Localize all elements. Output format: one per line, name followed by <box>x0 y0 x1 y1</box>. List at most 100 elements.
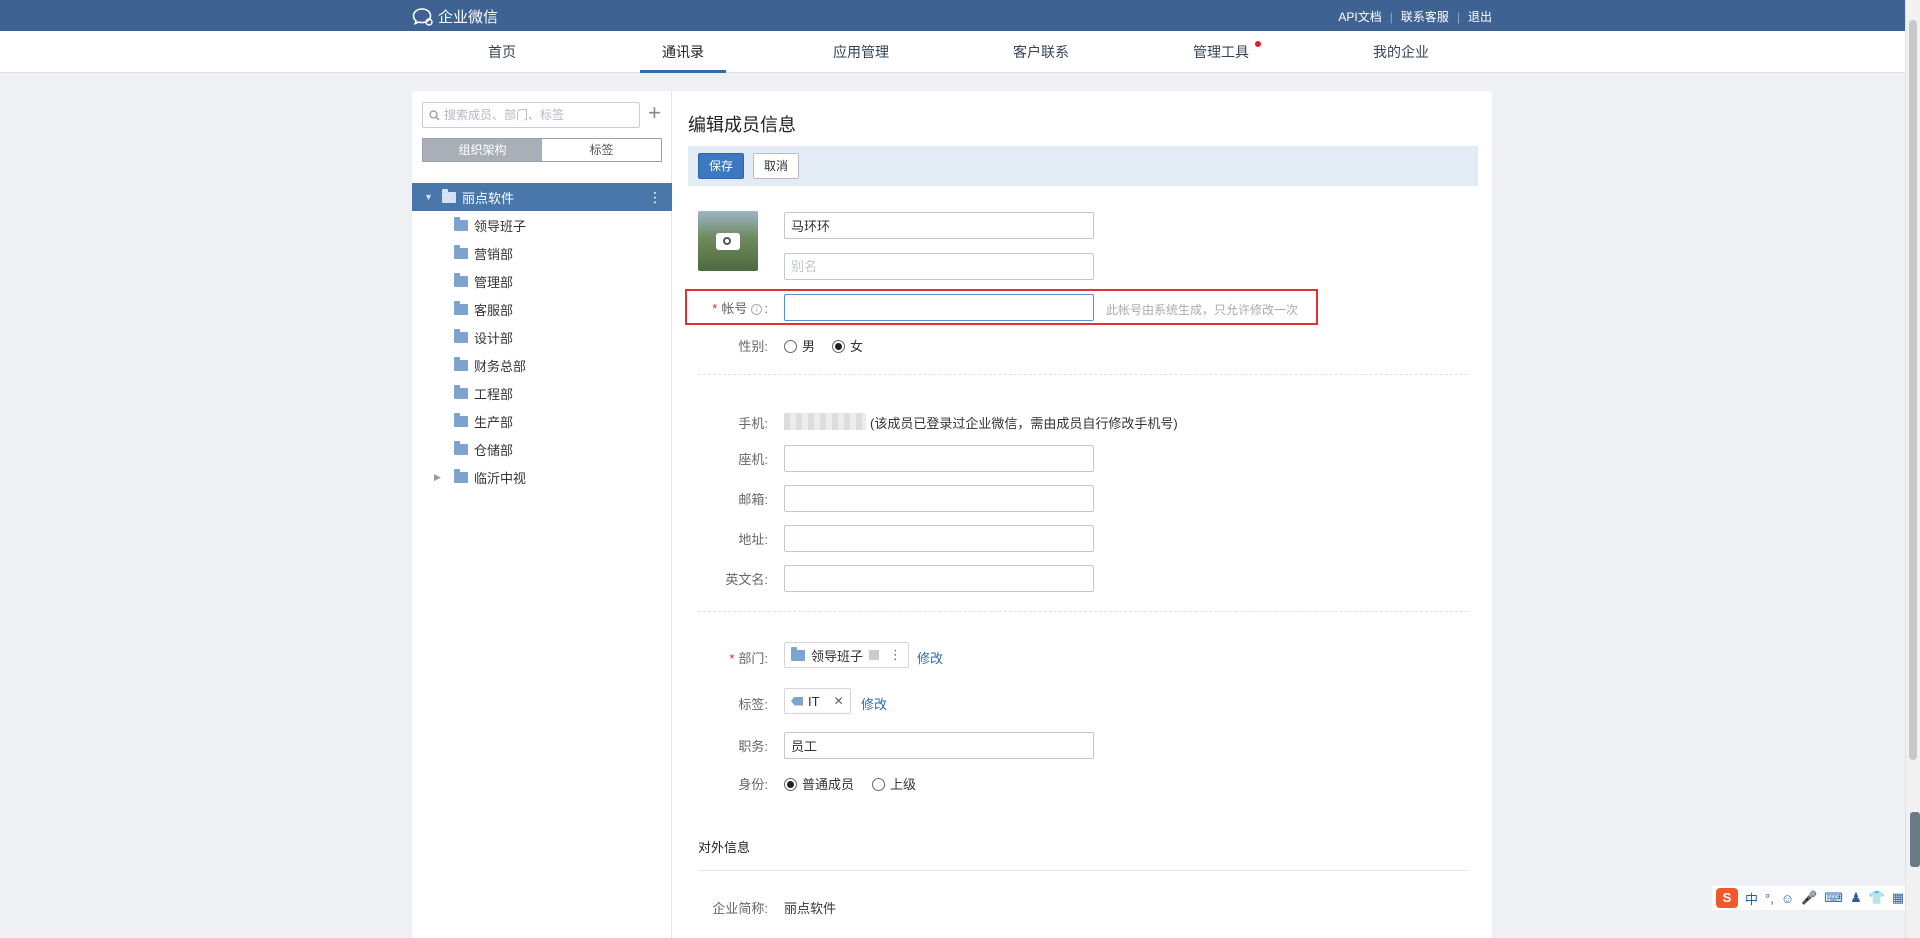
nav-my-enterprise[interactable]: 我的企业 <box>1360 31 1442 73</box>
folder-icon <box>454 468 468 483</box>
radio-button[interactable] <box>784 340 797 353</box>
api-docs-link[interactable]: API文档 <box>1338 8 1381 25</box>
tree-item[interactable]: ▶ 临沂中视 <box>412 463 672 491</box>
tree-item-label: 设计部 <box>474 330 514 346</box>
email-field[interactable] <box>784 485 1094 512</box>
tree-root-item[interactable]: ▼ 丽点软件 ⋮ <box>412 183 672 211</box>
user-icon[interactable]: ♟ <box>1850 890 1862 906</box>
caret-down-icon[interactable]: ▼ <box>424 192 436 202</box>
department-label-text: 部门: <box>738 651 768 666</box>
tree-item[interactable]: 营销部 <box>412 239 672 267</box>
tree-item[interactable]: 生产部 <box>412 407 672 435</box>
radio-button[interactable] <box>872 778 885 791</box>
identity-member-option[interactable]: 普通成员 <box>784 774 854 793</box>
gender-female-option[interactable]: 女 <box>832 336 863 355</box>
tab-tags[interactable]: 标签 <box>542 139 661 161</box>
nav-app-management[interactable]: 应用管理 <box>820 31 902 73</box>
folder-icon <box>791 646 805 661</box>
punctuation-icon[interactable]: °, <box>1765 891 1774 906</box>
leader-badge-icon <box>869 650 880 660</box>
divider <box>698 374 1468 375</box>
folder-icon <box>454 384 468 399</box>
name-field[interactable] <box>784 212 1094 239</box>
contact-support-link[interactable]: 联系客服 <box>1401 8 1449 25</box>
tree-item[interactable]: 财务总部 <box>412 351 672 379</box>
gender-label: 性别: <box>738 339 768 354</box>
tree-item[interactable]: 客服部 <box>412 295 672 323</box>
add-icon[interactable]: + <box>648 100 661 126</box>
tree-item[interactable]: 工程部 <box>412 379 672 407</box>
app-logo[interactable]: 企业微信 <box>412 6 498 27</box>
member-search-input[interactable] <box>444 108 634 122</box>
save-button[interactable]: 保存 <box>698 153 745 179</box>
emoji-icon[interactable]: ☺ <box>1781 891 1794 906</box>
nav-home[interactable]: 首页 <box>470 31 534 73</box>
caret-right-icon[interactable]: ▶ <box>434 472 446 483</box>
chat-bubble-icon <box>412 7 433 26</box>
nav-contacts[interactable]: 通讯录 <box>640 31 726 73</box>
avatar[interactable] <box>698 211 758 271</box>
tag-chip-label: IT <box>808 693 820 709</box>
keyboard-icon[interactable]: ⌨ <box>1824 890 1843 906</box>
remove-tag-icon[interactable]: ✕ <box>834 694 844 708</box>
folder-icon <box>454 412 468 427</box>
option-label: 女 <box>850 339 864 354</box>
department-label: * 部门: <box>688 648 768 667</box>
action-bar: 保存 取消 <box>688 146 1478 186</box>
account-field[interactable] <box>784 294 1094 321</box>
nav-management-tools[interactable]: 管理工具 <box>1180 31 1262 73</box>
member-search-box[interactable] <box>422 102 640 128</box>
company-short-value: 丽点软件 <box>784 901 837 916</box>
top-links: API文档 | 联系客服 | 退出 <box>1338 8 1492 25</box>
info-icon[interactable]: i <box>751 304 763 316</box>
scrollbar-thumb[interactable] <box>1909 20 1917 760</box>
nav-customer-contact[interactable]: 客户联系 <box>1000 31 1082 73</box>
option-label: 男 <box>802 339 816 354</box>
more-options-icon[interactable]: ⋮ <box>648 189 662 206</box>
option-label: 普通成员 <box>802 777 855 792</box>
department-chip[interactable]: 领导班子 ⋮ <box>784 642 910 668</box>
ime-mode-toggle[interactable]: 中 <box>1745 889 1758 908</box>
divider <box>698 611 1468 612</box>
main-nav: 首页 通讯录 应用管理 客户联系 管理工具 我的企业 <box>0 31 1920 73</box>
cancel-button[interactable]: 取消 <box>753 153 800 179</box>
modify-tag-link[interactable]: 修改 <box>861 694 887 713</box>
tree-item[interactable]: 仓储部 <box>412 435 672 463</box>
landline-field[interactable] <box>784 445 1094 472</box>
radio-button[interactable] <box>832 340 845 353</box>
alias-field[interactable] <box>784 253 1094 280</box>
separator: | <box>1389 9 1393 24</box>
account-label: * 帐号 i: <box>688 298 768 317</box>
gender-male-option[interactable]: 男 <box>784 336 815 355</box>
app-name: 企业微信 <box>438 9 499 26</box>
required-mark: * <box>729 651 735 666</box>
address-field[interactable] <box>784 525 1094 552</box>
tree-item-label: 生产部 <box>474 414 514 430</box>
ime-toolbar: S 中 °, ☺ 🎤 ⌨ ♟ 👕 ▦ <box>1712 886 1905 910</box>
external-info-title: 对外信息 <box>698 840 751 855</box>
tag-chip[interactable]: IT ✕ <box>784 688 851 714</box>
more-options-icon[interactable]: ⋮ <box>889 647 902 663</box>
position-field[interactable] <box>784 732 1094 759</box>
sogou-logo-icon[interactable]: S <box>1716 888 1738 908</box>
shirt-icon[interactable]: 👕 <box>1869 890 1885 906</box>
microphone-icon[interactable]: 🎤 <box>1801 890 1817 906</box>
logout-link[interactable]: 退出 <box>1468 8 1492 25</box>
grid-menu-icon[interactable]: ▦ <box>1892 890 1904 906</box>
page-scrollbar[interactable] <box>1905 0 1920 938</box>
main-panel: + 组织架构 标签 ▼ 丽点软件 ⋮ 领导班子 营销部 管理部 客服部 设计部 … <box>412 91 1492 938</box>
radio-button[interactable] <box>784 778 797 791</box>
identity-label: 身份: <box>738 777 768 792</box>
tab-org-structure[interactable]: 组织架构 <box>423 139 542 161</box>
tree-item-label: 丽点软件 <box>462 190 515 206</box>
email-label: 邮箱: <box>738 492 768 507</box>
search-icon <box>429 109 440 120</box>
tree-item[interactable]: 设计部 <box>412 323 672 351</box>
modify-department-link[interactable]: 修改 <box>917 648 943 667</box>
tree-item[interactable]: 管理部 <box>412 267 672 295</box>
org-sidebar: + 组织架构 标签 ▼ 丽点软件 ⋮ 领导班子 营销部 管理部 客服部 设计部 … <box>412 91 672 938</box>
tree-item[interactable]: 领导班子 <box>412 211 672 239</box>
department-tree: ▼ 丽点软件 ⋮ 领导班子 营销部 管理部 客服部 设计部 财务总部 工程部 生… <box>412 183 672 491</box>
identity-superior-option[interactable]: 上级 <box>872 774 916 793</box>
english-name-field[interactable] <box>784 565 1094 592</box>
